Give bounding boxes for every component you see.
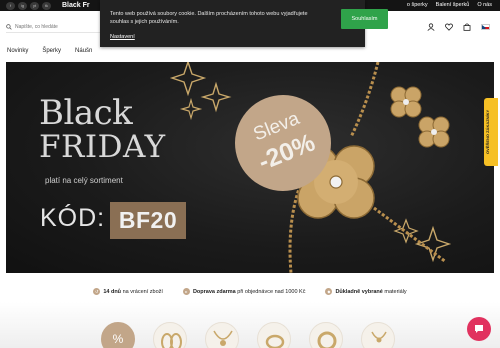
truck-icon: ▸ xyxy=(182,288,190,295)
banner-title-line2: FRIDAY xyxy=(39,129,166,165)
category-earrings[interactable] xyxy=(153,322,187,348)
category-bracelets[interactable] xyxy=(309,322,343,348)
usp-shipping-bold: Doprava zdarma xyxy=(192,288,236,295)
page: f ig yt tk Black Fr o šperky Balení šper… xyxy=(0,0,500,348)
header-icons xyxy=(427,23,490,31)
chat-button[interactable] xyxy=(467,317,491,341)
nav-item-novinky[interactable]: Novinky xyxy=(7,48,28,54)
user-icon[interactable] xyxy=(427,23,435,31)
search-icon xyxy=(6,23,12,30)
usp-returns-text: na vrácení zboží xyxy=(121,288,163,295)
language-flag-icon[interactable] xyxy=(481,24,490,30)
usp-materials-text: materiály xyxy=(382,288,407,295)
hero-banner[interactable]: Black FRIDAY platí na celý sortiment KÓD… xyxy=(6,62,494,273)
verified-reviews-tab[interactable]: OVĚŘENO ZÁKAZNÍKY xyxy=(484,98,498,166)
earrings-icon xyxy=(161,333,182,348)
banner-subtitle: platí na celý sortiment xyxy=(45,176,123,185)
top-link-about[interactable]: O nás xyxy=(477,2,492,8)
category-rings[interactable] xyxy=(257,322,291,348)
banner-code: BF20 xyxy=(110,202,186,239)
chat-icon xyxy=(475,325,483,333)
return-icon: ↺ xyxy=(93,288,101,295)
cookie-text: Tento web používá soubory cookie. Dalším… xyxy=(110,11,308,25)
usp-strip: ↺ 14 dnů na vrácení zboží ▸ Doprava zdar… xyxy=(0,284,500,299)
percent-icon: % xyxy=(112,332,124,346)
youtube-icon[interactable]: yt xyxy=(30,2,39,10)
category-necklaces[interactable] xyxy=(205,322,239,348)
usp-materials: ◆ Důkladně vybrané materiály xyxy=(325,288,407,295)
social-links: f ig yt tk xyxy=(6,2,51,10)
usp-shipping-text: při objednávce nad 1000 Kč xyxy=(235,288,306,295)
ring-icon xyxy=(265,334,285,348)
jewelry-set-icon xyxy=(371,331,387,343)
search-input[interactable] xyxy=(15,23,105,30)
category-section xyxy=(0,302,500,348)
top-link-packaging[interactable]: Balení šperků xyxy=(436,2,470,8)
cookie-agree-button[interactable]: Souhlasím xyxy=(341,9,388,29)
nav-item-nausnice[interactable]: Náušn xyxy=(75,48,92,54)
instagram-icon[interactable]: ig xyxy=(18,2,27,10)
top-links: o šperky Balení šperků O nás xyxy=(407,2,492,8)
verified-reviews-label: OVĚŘENO ZÁKAZNÍKY xyxy=(485,109,490,154)
usp-returns: ↺ 14 dnů na vrácení zboží xyxy=(93,288,163,295)
facebook-icon[interactable]: f xyxy=(6,2,15,10)
banner-title-line1: Black xyxy=(39,93,133,133)
top-link-jewelry-info[interactable]: o šperky xyxy=(407,2,428,8)
category-sale[interactable]: % xyxy=(101,322,135,348)
promo-text: Black Fr xyxy=(62,2,90,9)
tiktok-icon[interactable]: tk xyxy=(42,2,51,10)
necklace-icon xyxy=(213,330,233,346)
cookie-dialog: Tento web používá soubory cookie. Dalším… xyxy=(100,0,388,47)
bracelet-icon xyxy=(317,331,337,348)
diamond-icon: ◆ xyxy=(325,288,333,295)
banner-code-label: KÓD: xyxy=(40,204,106,232)
category-sets[interactable] xyxy=(361,322,395,348)
usp-materials-bold: Důkladně vybrané xyxy=(335,288,383,295)
usp-returns-bold: 14 dnů xyxy=(103,288,122,295)
heart-icon[interactable] xyxy=(445,23,453,31)
cookie-settings-link[interactable]: Nastavení xyxy=(110,34,135,40)
search-box xyxy=(6,21,106,33)
usp-shipping: ▸ Doprava zdarma při objednávce nad 1000… xyxy=(182,288,306,295)
nav-item-sperky[interactable]: Šperky xyxy=(42,48,61,54)
bag-icon[interactable] xyxy=(463,23,471,31)
